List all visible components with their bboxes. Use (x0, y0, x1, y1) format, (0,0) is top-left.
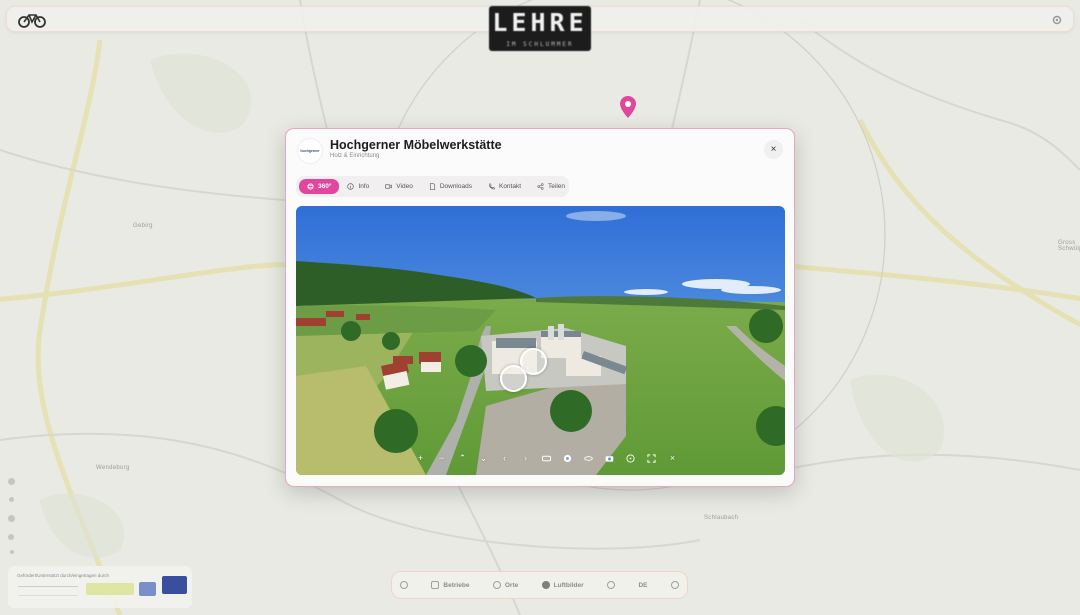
pan-down-icon: ⌄ (479, 452, 488, 463)
document-icon (429, 183, 435, 190)
map-label: Schlaubach (704, 515, 739, 521)
tab-label: Info (358, 183, 370, 190)
pan-left-icon: ‹ (503, 453, 506, 463)
bottom-toolbar: Betriebe Orte Luftbilder DE (391, 571, 688, 599)
pan-up-icon: ⌃ (458, 452, 467, 463)
tab-downloads[interactable]: Downloads (421, 179, 480, 194)
panorama-icon (307, 183, 314, 190)
compass-icon (626, 453, 635, 463)
tab-video[interactable]: Video (377, 179, 421, 194)
language-label: DE (638, 581, 648, 589)
map-label: Gebirg (133, 223, 153, 229)
tab-teilen[interactable]: Teilen (529, 179, 573, 194)
modal-subtitle: Holz & Einrichtung (330, 153, 380, 159)
viewer-controls: + − ⌃ ⌄ ‹ › × (296, 451, 785, 465)
autorotate-button[interactable] (557, 451, 578, 465)
business-modal: hochgerner Hochgerner Möbelwerkstätte Ho… (285, 128, 795, 487)
hotspot[interactable] (500, 365, 527, 392)
moon-icon (607, 581, 616, 589)
info-button[interactable] (670, 581, 679, 589)
dark-mode-button[interactable] (607, 581, 616, 589)
betriebe-button[interactable]: Betriebe (431, 581, 469, 589)
close-viewer-icon: × (669, 453, 676, 463)
map-pin-icon[interactable] (620, 96, 636, 118)
layers-icon[interactable] (8, 534, 14, 540)
share-icon (537, 183, 544, 190)
store-icon (431, 581, 440, 589)
tab-label: Video (396, 183, 413, 190)
zoom-in-icon: + (417, 453, 424, 463)
camera-icon (605, 455, 614, 462)
autorotate-icon (563, 454, 572, 462)
betriebe-label: Betriebe (443, 581, 470, 589)
brand-logo[interactable]: LEHRE IM SCHLUMMER (489, 6, 591, 51)
zoom-out-icon[interactable] (9, 497, 14, 502)
pan-left-button[interactable]: ‹ (494, 451, 515, 465)
search-icon (400, 581, 408, 589)
pan-up-button[interactable]: ⌃ (452, 451, 473, 465)
search-button[interactable] (400, 581, 408, 589)
gyroscope-icon (584, 455, 593, 461)
tab-info[interactable]: Info (339, 179, 377, 194)
language-button[interactable]: DE (638, 582, 647, 589)
map-label: Wendeburg (96, 465, 130, 471)
info-icon (670, 581, 679, 589)
orte-label: Orte (504, 581, 519, 589)
aerial-panorama-image (296, 206, 785, 475)
fullscreen-icon (647, 453, 656, 463)
sponsor-logo (86, 583, 134, 595)
vr-button[interactable] (536, 451, 557, 465)
orte-button[interactable]: Orte (492, 581, 519, 589)
bike-logo-icon[interactable] (17, 11, 47, 29)
zoom-in-icon[interactable] (8, 478, 15, 485)
tab-label: 360° (318, 183, 332, 190)
sponsor-text: Gefördert/Unterstützt durch/eingetragen … (17, 573, 110, 578)
brand-title: LEHRE (492, 8, 588, 37)
luftbilder-button[interactable]: Luftbilder (541, 581, 584, 589)
tab-360[interactable]: 360° (299, 179, 340, 194)
sponsor-panel: Gefördert/Unterstützt durch/eingetragen … (8, 566, 192, 608)
panorama-viewer[interactable]: + − ⌃ ⌄ ‹ › × (296, 206, 785, 475)
close-viewer-button[interactable]: × (662, 451, 683, 465)
screenshot-button[interactable] (599, 451, 620, 465)
pan-right-icon: › (524, 453, 527, 463)
video-icon (385, 184, 393, 189)
business-logo-text: hochgerner (300, 149, 320, 153)
tab-label: Downloads (439, 183, 472, 190)
settings-icon[interactable] (1051, 14, 1063, 26)
gyroscope-button[interactable] (578, 451, 599, 465)
locate-icon[interactable] (8, 515, 15, 522)
vr-icon (542, 455, 551, 461)
map-label: Gross Schwülper (1058, 240, 1080, 252)
tab-label: Teilen (548, 183, 566, 190)
eu-flag-logo (162, 576, 187, 594)
close-icon: × (770, 144, 777, 155)
phone-icon (488, 183, 495, 190)
pin-icon (492, 581, 501, 589)
zoom-out-button[interactable]: − (431, 451, 452, 465)
luftbilder-label: Luftbilder (553, 581, 584, 589)
tab-label: Kontakt (498, 183, 522, 190)
tab-kontakt[interactable]: Kontakt (480, 179, 529, 194)
sponsor-logo (139, 582, 156, 596)
info-icon (347, 183, 355, 190)
zoom-out-icon: − (438, 453, 445, 463)
compass-button[interactable] (620, 451, 641, 465)
sponsor-fineprint (18, 586, 78, 596)
pan-right-button[interactable]: › (515, 451, 536, 465)
compass-icon[interactable] (10, 550, 14, 554)
fullscreen-button[interactable] (641, 451, 662, 465)
modal-title: Hochgerner Möbelwerkstätte (330, 138, 502, 152)
close-button[interactable]: × (764, 140, 783, 159)
business-logo: hochgerner (297, 138, 323, 164)
globe-icon (541, 581, 550, 589)
pan-down-button[interactable]: ⌄ (473, 451, 494, 465)
modal-tabs: 360° Info Video Downloads Kontakt Teilen (296, 176, 569, 197)
brand-subtitle: IM SCHLUMMER (506, 41, 574, 48)
zoom-in-button[interactable]: + (410, 451, 431, 465)
